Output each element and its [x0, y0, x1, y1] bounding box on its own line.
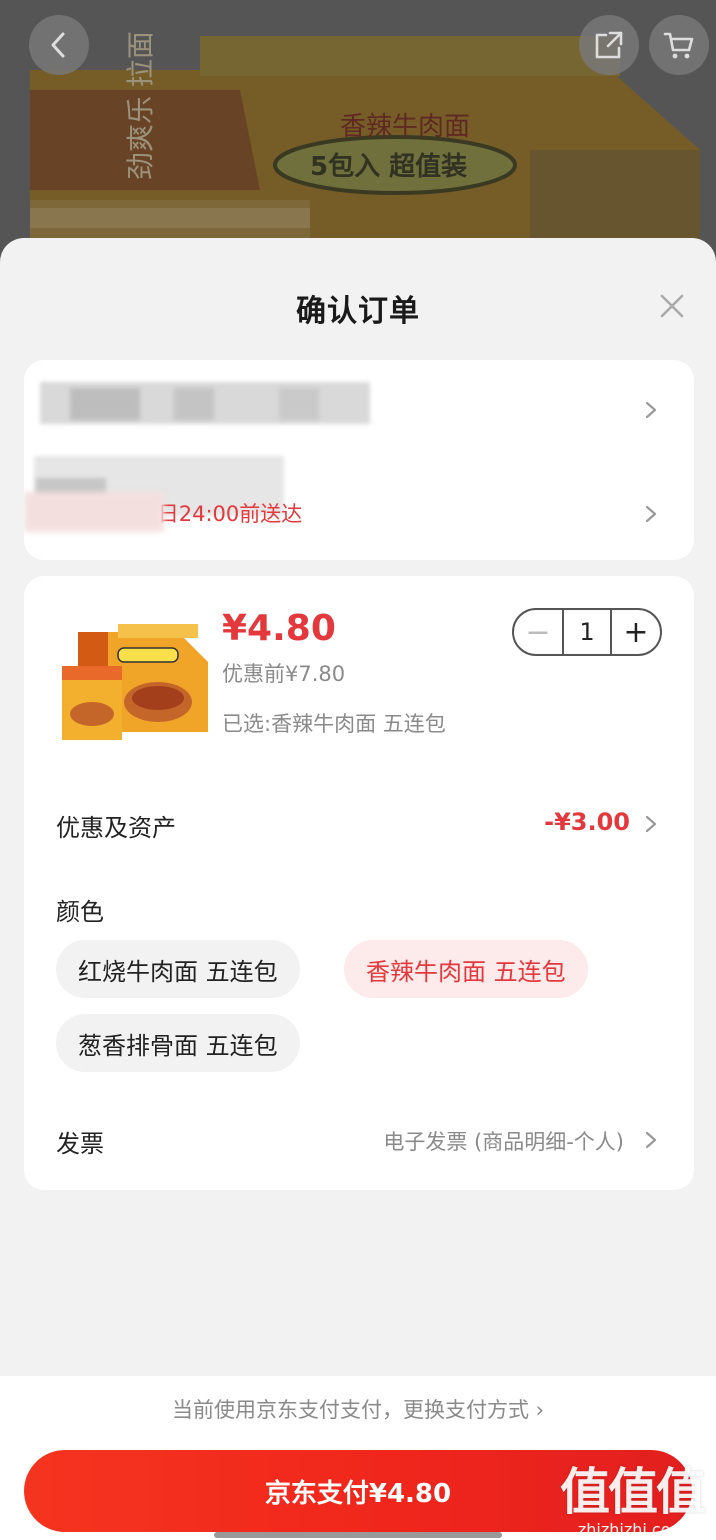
chevron-right-icon[interactable] — [644, 1130, 658, 1150]
cart-button[interactable] — [649, 15, 709, 75]
color-option-braised-beef[interactable]: 红烧牛肉面 五连包 — [56, 940, 300, 998]
chevron-left-icon — [51, 32, 65, 58]
color-option-spicy-beef[interactable]: 香辣牛肉面 五连包 — [344, 940, 588, 998]
share-icon — [595, 31, 623, 59]
site-watermark: 值值值 zhizhizhi.com — [560, 1452, 706, 1539]
watermark-glyphs: 值值值 — [560, 1463, 706, 1521]
chevron-right-icon — [645, 401, 657, 419]
color-option-scallion-rib[interactable]: 葱香排骨面 五连包 — [56, 1014, 300, 1072]
confirm-order-sheet: 确认订单 9月4日24:00前送达 ¥4.80 优惠前¥7.80 已选:香辣牛肉… — [0, 238, 716, 1540]
watermark-url: zhizhizhi.com — [577, 1520, 687, 1539]
color-label: 颜色 — [56, 898, 104, 926]
redacted-date-block — [24, 492, 164, 532]
invoice-value[interactable]: 电子发票 (商品明细-个人) — [383, 1126, 624, 1156]
back-button[interactable] — [29, 15, 89, 75]
redacted-block — [174, 388, 214, 420]
selected-spec-text: 已选:香辣牛肉面 五连包 — [222, 712, 446, 736]
invoice-label: 发票 — [56, 1130, 104, 1158]
change-payment-link[interactable]: 当前使用京东支付支付，更换支付方式 › — [0, 1394, 716, 1424]
cart-icon — [663, 32, 694, 59]
increment-button[interactable]: + — [612, 610, 660, 654]
close-icon[interactable] — [658, 292, 686, 320]
chevron-right-icon[interactable] — [644, 814, 658, 834]
address-card[interactable]: 9月4日24:00前送达 — [24, 360, 694, 560]
original-price: 优惠前¥7.80 — [222, 662, 346, 686]
current-price: ¥4.80 — [222, 608, 336, 649]
discount-label: 优惠及资产 — [56, 814, 176, 842]
decrement-button[interactable]: − — [514, 610, 562, 654]
quantity-stepper: − 1 + — [512, 608, 662, 656]
discount-value[interactable]: -¥3.00 — [544, 808, 630, 836]
redacted-block — [279, 388, 319, 420]
quantity-value[interactable]: 1 — [562, 610, 612, 654]
sheet-title: 确认订单 — [296, 294, 420, 329]
order-card: ¥4.80 优惠前¥7.80 已选:香辣牛肉面 五连包 − 1 + 优惠及资产 … — [24, 576, 694, 1190]
share-button[interactable] — [579, 15, 639, 75]
product-thumbnail — [62, 624, 208, 740]
redacted-block — [70, 388, 140, 420]
chevron-right-icon — [645, 505, 657, 523]
home-indicator — [214, 1532, 502, 1538]
